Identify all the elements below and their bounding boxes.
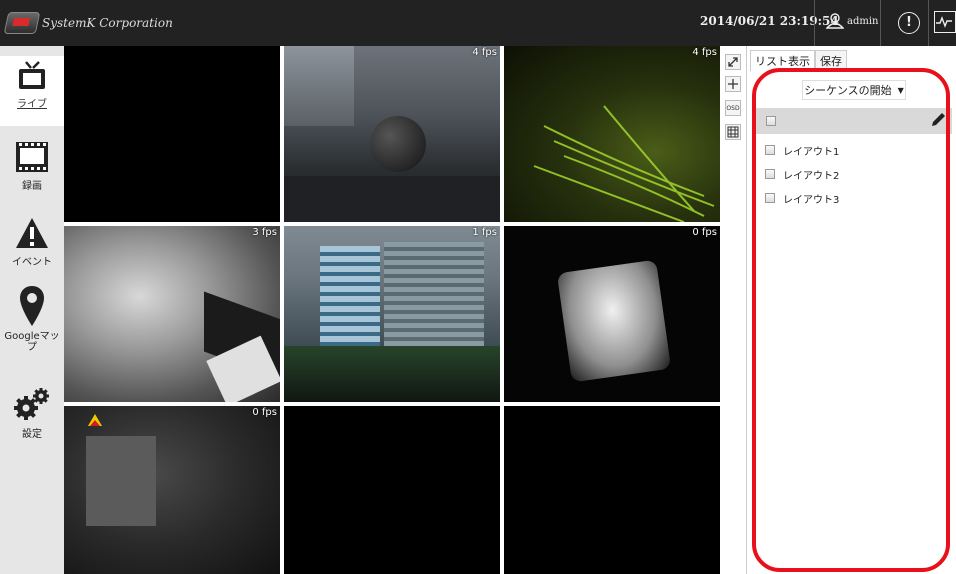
camera-tile-4[interactable]: 3 fps xyxy=(64,226,280,402)
camera-tile-1[interactable] xyxy=(64,46,280,222)
camera-tile-3[interactable]: 4 fps xyxy=(504,46,720,222)
layout-panel: リスト表示 保存 シーケンスの開始 ▼ レイアウト1 レイアウト2 レイアウト3 xyxy=(748,46,956,574)
fps-label: 0 fps xyxy=(252,407,277,418)
list-item[interactable]: レイアウト1 xyxy=(765,142,839,158)
camera-tile-9[interactable] xyxy=(504,406,720,574)
divider xyxy=(746,46,747,574)
gears-icon xyxy=(14,388,49,420)
list-item[interactable]: レイアウト3 xyxy=(765,190,839,206)
sequence-label: シーケンスの開始 xyxy=(804,84,892,97)
layout-checkbox[interactable] xyxy=(765,169,775,179)
brand-logo: SystemK Corporation xyxy=(3,10,173,36)
fps-label: 1 fps xyxy=(472,227,497,238)
datetime: 2014/06/21 23:19:54 xyxy=(700,14,839,28)
osd-button[interactable]: OSD xyxy=(725,100,741,116)
plus-icon[interactable] xyxy=(725,76,741,92)
sidebar-item-label: Googleマップ xyxy=(4,331,60,353)
camera-tile-2[interactable]: 4 fps xyxy=(284,46,500,222)
camera-image xyxy=(556,259,672,383)
divider xyxy=(928,0,929,46)
sidebar-item-label: ライブ xyxy=(17,99,47,110)
tab-save[interactable]: 保存 xyxy=(815,50,847,71)
pencil-icon[interactable] xyxy=(930,112,946,128)
divider xyxy=(814,0,815,46)
grid-layout-icon[interactable] xyxy=(725,124,741,140)
camera-tile-6[interactable]: 0 fps xyxy=(504,226,720,402)
sidebar-item-settings[interactable]: 設定 xyxy=(0,386,64,446)
user-menu[interactable]: admin xyxy=(826,13,878,29)
camera-image xyxy=(86,436,156,526)
layout-name: レイアウト1 xyxy=(783,146,840,158)
sidebar-item-google-map[interactable]: Googleマップ xyxy=(0,284,64,368)
layout-checkbox[interactable] xyxy=(765,145,775,155)
layout-name: レイアウト3 xyxy=(783,194,840,206)
camera-image xyxy=(284,46,354,126)
sidebar-item-label: イベント xyxy=(12,257,52,268)
sidebar-item-events[interactable]: イベント xyxy=(0,216,64,276)
monitor-icon[interactable] xyxy=(934,11,956,33)
warning-icon xyxy=(16,218,48,248)
layout-list-header xyxy=(756,108,952,134)
camera-image xyxy=(284,176,500,222)
sidebar-item-live[interactable]: ライブ xyxy=(0,56,64,126)
sidebar-item-label: 設定 xyxy=(22,429,42,440)
layout-name: レイアウト2 xyxy=(783,170,840,182)
camera-tile-8[interactable] xyxy=(284,406,500,574)
fps-label: 0 fps xyxy=(692,227,717,238)
list-item[interactable]: レイアウト2 xyxy=(765,166,839,182)
sidebar-item-label: 録画 xyxy=(22,181,42,192)
camera-image xyxy=(533,105,715,222)
layout-checkbox[interactable] xyxy=(765,193,775,203)
fps-label: 3 fps xyxy=(252,227,277,238)
brand-name: SystemK Corporation xyxy=(42,16,173,30)
logo-icon xyxy=(3,12,41,34)
user-name: admin xyxy=(847,15,879,27)
sidebar-item-recording[interactable]: 録画 xyxy=(0,140,64,198)
sequence-dropdown[interactable]: シーケンスの開始 ▼ xyxy=(802,80,906,100)
fps-label: 4 fps xyxy=(692,47,717,58)
camera-tile-7[interactable]: 0 fps xyxy=(64,406,280,574)
sidebar: ライブ 録画 イベント Googleマップ 設定 xyxy=(0,46,64,574)
tab-list-view[interactable]: リスト表示 xyxy=(750,50,815,71)
camera-image xyxy=(384,242,484,362)
film-icon xyxy=(16,142,48,172)
camera-tile-5[interactable]: 1 fps xyxy=(284,226,500,402)
camera-image xyxy=(284,346,500,402)
map-pin-icon xyxy=(20,286,44,326)
camera-grid: 4 fps 4 fps 3 fps 1 fps 0 fps 0 fps xyxy=(64,46,720,574)
select-all-checkbox[interactable] xyxy=(766,116,776,126)
tv-icon xyxy=(19,61,45,89)
alert-icon[interactable]: ! xyxy=(898,12,920,34)
fps-label: 4 fps xyxy=(472,47,497,58)
camera-image xyxy=(370,116,426,172)
alert-marker-icon xyxy=(88,414,102,426)
divider xyxy=(880,0,881,46)
chevron-down-icon: ▼ xyxy=(897,85,904,95)
user-icon xyxy=(826,13,844,29)
panel-tabs: リスト表示 保存 xyxy=(750,50,847,71)
expand-icon[interactable] xyxy=(725,54,741,70)
view-tools: OSD xyxy=(720,46,748,574)
top-bar: SystemK Corporation 2014/06/21 23:19:54 … xyxy=(0,0,956,46)
